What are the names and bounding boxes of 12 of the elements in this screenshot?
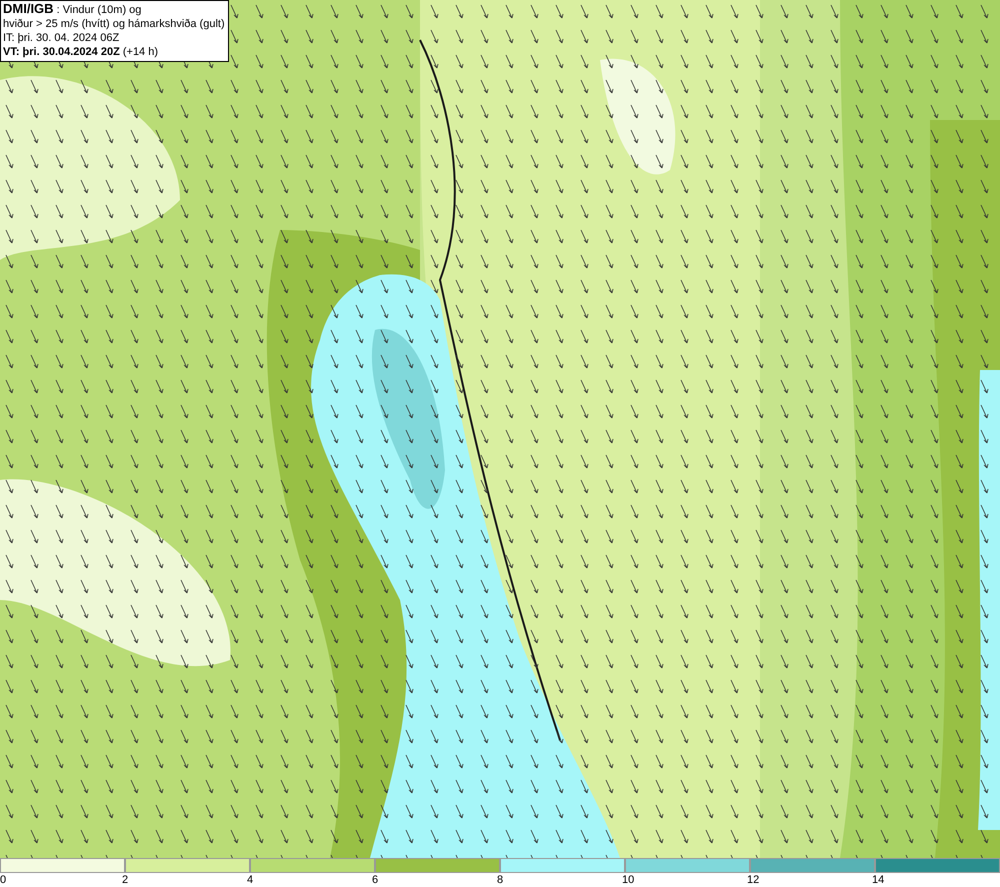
scale-label: 14 [872, 873, 884, 887]
scale-label: 4 [247, 873, 254, 887]
scale-label: 2 [122, 873, 128, 887]
legend-text: hviður > 25 m/s (hvítt) og hámarkshviða (gult) [3, 17, 225, 31]
scale-label: 6 [372, 873, 378, 887]
scale-label: 10 [622, 873, 634, 887]
legend-text: VT: þri. 30.04.2024 20Z (+14 h) [3, 45, 160, 59]
legend-text: IT: þri. 30. 04. 2024 06Z [3, 31, 120, 45]
scale-label: 0 [0, 873, 6, 887]
scale-label: 12 [747, 873, 760, 887]
legend-text: DMI/IGB : Vindur (10m) og [3, 2, 142, 17]
scale-label: 8 [497, 873, 504, 887]
